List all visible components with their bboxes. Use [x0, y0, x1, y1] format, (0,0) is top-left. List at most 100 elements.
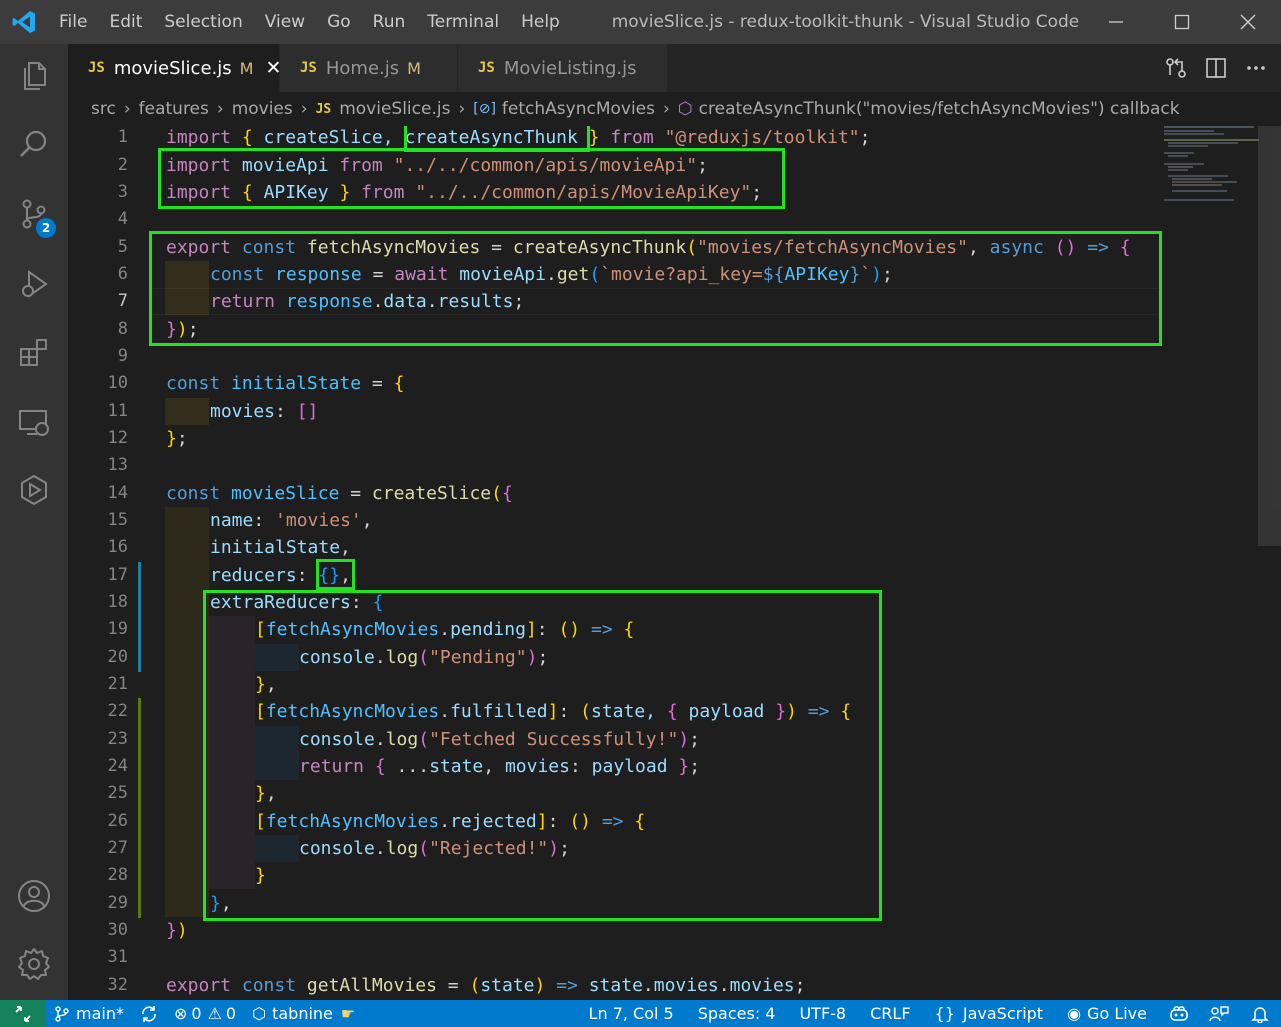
branch-name: main* [76, 1004, 124, 1023]
bell-icon [1251, 1006, 1269, 1023]
activity-bar: 2 [0, 44, 68, 1000]
code-line-12: }; [166, 428, 188, 449]
menu-file[interactable]: File [48, 0, 98, 44]
remote-explorer-icon [19, 410, 49, 436]
language-label: JavaScript [962, 1004, 1044, 1023]
run-debug-icon [22, 270, 48, 298]
remote-explorer-button[interactable] [0, 390, 68, 454]
annotation-box-imports [158, 148, 785, 209]
manage-button[interactable] [0, 932, 68, 996]
menu-selection[interactable]: Selection [153, 0, 253, 44]
menu-view[interactable]: View [254, 0, 316, 44]
tab-label: MovieListing.js [503, 57, 637, 79]
chevron-right-icon: › [123, 99, 131, 119]
breadcrumb-src[interactable]: src [91, 99, 116, 119]
menu-edit[interactable]: Edit [98, 0, 153, 44]
sync-button[interactable] [132, 1000, 166, 1027]
code-line-32: export const getAllMovies = (state) => s… [166, 975, 806, 996]
copilot-icon [1170, 1005, 1188, 1021]
notifications-button[interactable] [1239, 1000, 1281, 1027]
indentation-button[interactable]: Spaces: 4 [686, 1000, 788, 1027]
encoding-button[interactable]: UTF-8 [787, 1000, 858, 1027]
code-line-15: name: 'movies', [210, 510, 373, 531]
method-cube-icon: ⬡ [677, 99, 693, 119]
tab-movieslice[interactable]: JS movieSlice.js M ✕ [68, 44, 281, 92]
tabnine-button[interactable]: ⬡ tabnine ☛ [244, 1000, 363, 1027]
scm-badge: 2 [36, 218, 56, 238]
run-debug-button[interactable] [0, 252, 68, 316]
breadcrumb-movies[interactable]: movies [232, 99, 293, 119]
git-modified-marker[interactable] [138, 562, 141, 672]
git-branch-icon [55, 1005, 69, 1022]
js-file-icon: JS [478, 60, 495, 76]
code-line-10: const initialState = { [166, 373, 405, 394]
more-actions-icon[interactable] [1245, 57, 1267, 79]
line-numbers: 1 2 3 4 5 6 7 8 9 10 11 12 13 14 15 16 1… [107, 127, 128, 995]
breadcrumb-features[interactable]: features [139, 99, 209, 119]
js-file-icon: JS [300, 60, 317, 76]
git-added-marker[interactable] [138, 698, 141, 918]
go-live-label: Go Live [1087, 1004, 1147, 1023]
maximize-button[interactable] [1149, 0, 1215, 44]
branch-button[interactable]: main* [46, 1000, 132, 1027]
menu-run[interactable]: Run [362, 0, 417, 44]
minimize-button[interactable] [1083, 0, 1149, 44]
code-line-30: }) [166, 920, 188, 941]
breadcrumb-file[interactable]: movieSlice.js [339, 99, 450, 119]
menu-help[interactable]: Help [510, 0, 571, 44]
tabnine-icon: ⬡ [252, 1004, 267, 1023]
remote-indicator-button[interactable] [0, 1000, 46, 1027]
open-changes-icon[interactable] [1165, 57, 1187, 79]
close-window-button[interactable] [1215, 0, 1281, 44]
error-icon: ⊗ [173, 1004, 188, 1023]
source-control-button[interactable]: 2 [0, 182, 68, 246]
broadcast-icon: ◉ [1067, 1004, 1082, 1023]
search-button[interactable] [0, 112, 68, 176]
tab-home[interactable]: JS Home.js M [280, 44, 458, 92]
feedback-button[interactable] [1199, 1000, 1239, 1027]
live-share-button[interactable] [0, 458, 68, 522]
go-live-button[interactable]: ◉ Go Live [1055, 1000, 1159, 1027]
tab-label: movieSlice.js [113, 57, 232, 79]
eol-button[interactable]: CRLF [858, 1000, 922, 1027]
files-icon [24, 62, 46, 90]
minimize-icon [1109, 21, 1123, 23]
tab-label: Home.js [325, 57, 400, 79]
close-tab-button[interactable]: ✕ [265, 57, 281, 79]
breadcrumb-symbol[interactable]: fetchAsyncMovies [502, 99, 655, 119]
maximize-icon [1174, 14, 1190, 30]
vertical-scrollbar[interactable] [1258, 126, 1281, 546]
tab-movielisting[interactable]: JS MovieListing.js [458, 44, 668, 92]
warning-icon: ⚠ [207, 1004, 222, 1023]
sync-icon [142, 1005, 156, 1022]
variable-symbol-icon: [⊘] [473, 101, 496, 117]
menu-terminal[interactable]: Terminal [416, 0, 510, 44]
menu-go[interactable]: Go [316, 0, 362, 44]
problems-button[interactable]: ⊗ 0 ⚠ 0 [166, 1000, 244, 1027]
warning-count: 0 [225, 1004, 237, 1023]
remote-icon [15, 1005, 31, 1022]
accounts-button[interactable] [0, 864, 68, 928]
vscode-logo-icon[interactable] [0, 0, 48, 44]
status-bar: main* ⊗ 0 ⚠ 0 ⬡ tabnine ☛ Ln 7, Col 5 Sp… [0, 1000, 1281, 1027]
copilot-button[interactable] [1159, 1000, 1199, 1027]
cursor-position-button[interactable]: Ln 7, Col 5 [577, 1000, 686, 1027]
js-file-icon: JS [88, 60, 105, 76]
split-editor-icon[interactable] [1205, 57, 1227, 79]
explorer-button[interactable] [0, 44, 68, 108]
window-title: movieSlice.js - redux-toolkit-thunk - Vi… [611, 12, 1080, 32]
chevron-right-icon: › [663, 99, 670, 119]
extensions-button[interactable] [0, 320, 68, 384]
error-count: 0 [191, 1004, 202, 1023]
breadcrumb-callback[interactable]: createAsyncThunk("movies/fetchAsyncMovie… [699, 99, 1180, 119]
minimap[interactable] [1160, 126, 1260, 206]
braces-icon: {} [934, 1004, 955, 1023]
title-bar: File Edit Selection View Go Run Terminal… [0, 0, 1281, 44]
search-icon [20, 130, 47, 157]
code-line-11: movies: [] [210, 401, 319, 422]
code-editor[interactable]: 1 2 3 4 5 6 7 8 9 10 11 12 13 14 15 16 1… [68, 126, 1281, 1000]
chevron-right-icon: › [300, 99, 308, 119]
extensions-icon [20, 339, 47, 366]
breadcrumb: src › features › movies › JS movieSlice.… [68, 92, 1281, 126]
language-mode-button[interactable]: {} JavaScript [923, 1000, 1056, 1027]
